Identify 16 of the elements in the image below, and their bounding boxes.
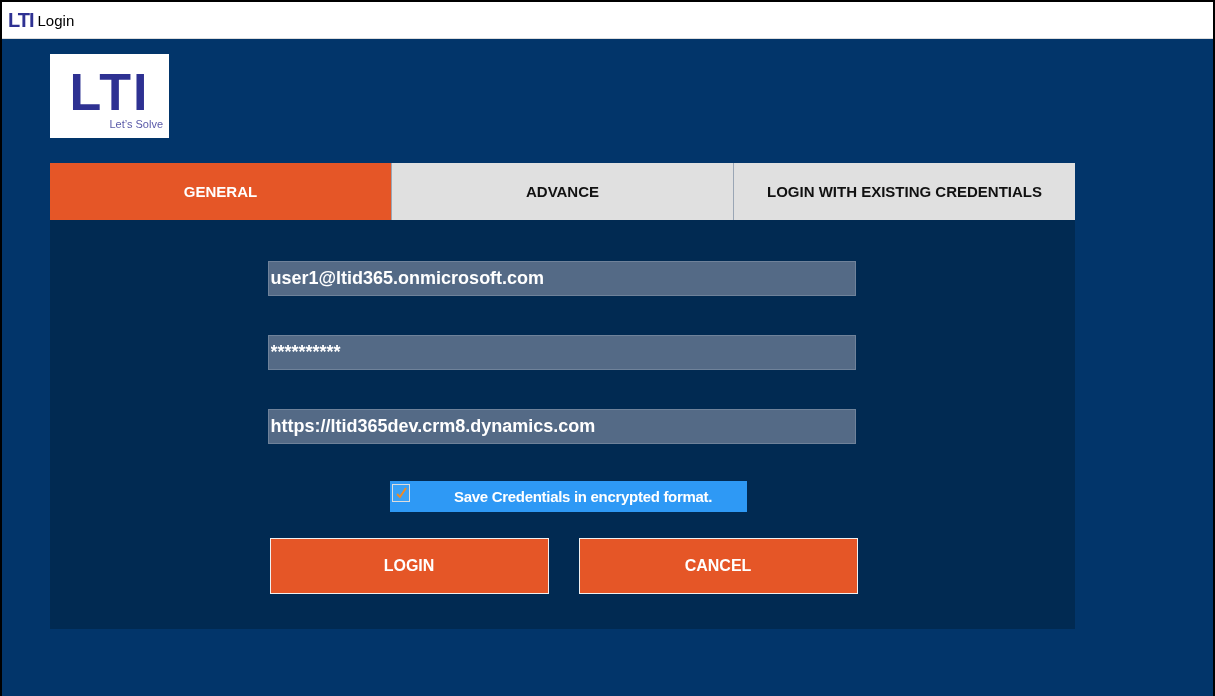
checkbox[interactable] <box>392 483 410 502</box>
checkbox-label: Save Credentials in encrypted format. <box>454 488 713 505</box>
input-field[interactable]: user1@ltid365.onmicrosoft.com <box>267 261 856 296</box>
tab[interactable]: GENERAL <box>50 163 392 220</box>
window-title: Login <box>37 11 75 29</box>
login-button[interactable]: LOGIN <box>269 538 549 594</box>
logo-mark: LTI <box>69 66 150 118</box>
input-field[interactable]: https://ltid365dev.crm8.dynamics.com <box>267 409 856 444</box>
input-field[interactable]: ********** <box>267 335 856 370</box>
save-credentials-checkbox[interactable]: Save Credentials in encrypted format. <box>390 481 747 512</box>
app-logo-icon: LTI <box>8 10 34 30</box>
logo-tagline: Let’s Solve <box>109 118 163 130</box>
cancel-button[interactable]: CANCEL <box>578 538 858 594</box>
check-icon <box>394 485 408 500</box>
tab[interactable]: ADVANCE <box>392 163 734 220</box>
tab[interactable]: LOGIN WITH EXISTING CREDENTIALS <box>734 163 1075 220</box>
